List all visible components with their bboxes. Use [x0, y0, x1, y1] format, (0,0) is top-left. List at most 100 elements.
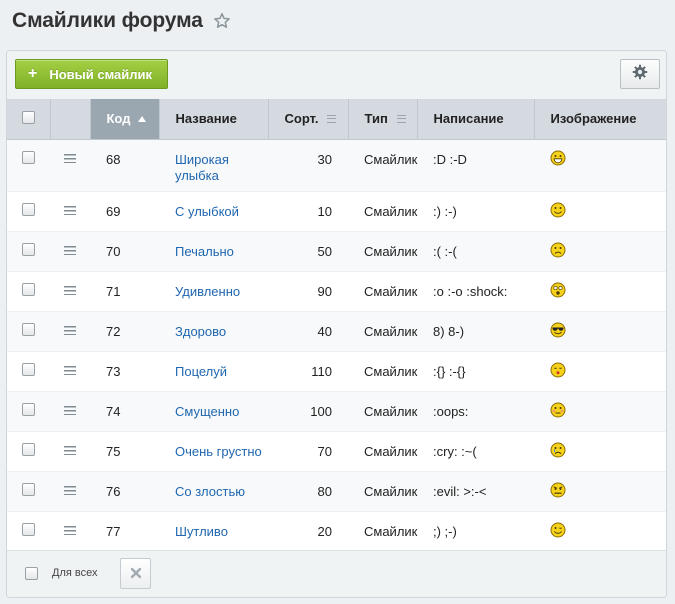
row-code-cell: 77	[90, 511, 159, 552]
row-type-cell: Смайлик	[348, 351, 417, 392]
row-code: 70	[106, 243, 121, 259]
header-type[interactable]: Тип	[348, 99, 418, 140]
row-name-link[interactable]: Очень грустно	[175, 444, 262, 459]
row-type-cell: Смайлик	[348, 139, 417, 192]
row-checkbox[interactable]	[22, 150, 35, 164]
row-select-cell[interactable]	[7, 231, 50, 272]
row-select-cell[interactable]	[7, 431, 50, 472]
drag-handle-icon[interactable]	[64, 153, 76, 163]
row-name-link[interactable]: Широкая улыбка	[175, 152, 229, 183]
drag-handle-icon[interactable]	[64, 285, 76, 295]
wink-smiley-icon	[550, 522, 566, 537]
row-typing-cell: :cry: :~(	[417, 431, 534, 472]
drag-handle-icon[interactable]	[64, 205, 76, 215]
table-row[interactable]: 68 Широкая улыбка 30 Смайлик :D :-D	[7, 139, 666, 192]
header-select-all[interactable]	[7, 99, 51, 140]
column-menu-icon[interactable]	[327, 114, 337, 123]
row-type: Смайлик	[364, 323, 418, 339]
row-checkbox[interactable]	[22, 362, 35, 376]
drag-handle-icon[interactable]	[64, 445, 76, 455]
row-select-cell[interactable]	[7, 351, 50, 392]
drag-handle-icon[interactable]	[64, 365, 76, 375]
header-name[interactable]: Название	[159, 99, 269, 140]
table-row[interactable]: 70 Печально 50 Смайлик:( :-(	[7, 231, 666, 272]
row-name-cell: Широкая улыбка	[159, 139, 268, 192]
drag-handle-icon[interactable]	[64, 485, 76, 495]
row-type: Смайлик	[364, 243, 418, 259]
row-handle-cell[interactable]	[50, 231, 90, 272]
row-handle-cell[interactable]	[50, 139, 90, 192]
row-name-link[interactable]: С улыбкой	[175, 204, 239, 219]
row-select-cell[interactable]	[7, 311, 50, 352]
row-handle-cell[interactable]	[50, 471, 90, 512]
header-image[interactable]: Изображение	[534, 99, 666, 140]
row-name-link[interactable]: Удивленно	[175, 284, 240, 299]
drag-handle-icon[interactable]	[64, 525, 76, 535]
row-handle-cell[interactable]	[50, 271, 90, 312]
row-handle-cell[interactable]	[50, 351, 90, 392]
row-checkbox[interactable]	[22, 202, 35, 216]
row-checkbox[interactable]	[22, 402, 35, 416]
row-code-cell: 69	[90, 191, 159, 232]
row-select-cell[interactable]	[7, 471, 50, 512]
drag-handle-icon[interactable]	[64, 245, 76, 255]
row-select-cell[interactable]	[7, 139, 50, 192]
row-handle-cell[interactable]	[50, 391, 90, 432]
row-code: 68	[106, 151, 121, 167]
table-row[interactable]: 76 Со злостью 80 Смайлик:evil: >:-<	[7, 471, 666, 512]
row-sort-cell: 40	[268, 311, 348, 352]
row-handle-cell[interactable]	[50, 431, 90, 472]
drag-handle-icon[interactable]	[64, 405, 76, 415]
row-sort-cell: 80	[268, 471, 348, 512]
row-handle-cell[interactable]	[50, 191, 90, 232]
drag-handle-icon[interactable]	[64, 325, 76, 335]
header-sort[interactable]: Сорт.	[268, 99, 349, 140]
row-handle-cell[interactable]	[50, 511, 90, 552]
header-typing[interactable]: Написание	[417, 99, 535, 140]
settings-button[interactable]	[620, 59, 660, 89]
row-name-link[interactable]: Здорово	[175, 324, 226, 339]
table-row[interactable]: 75 Очень грустно 70 Смайлик:cry: :~(	[7, 431, 666, 472]
row-name-link[interactable]: Шутливо	[175, 524, 228, 539]
table-row[interactable]: 72 Здорово 40 Смайлик 8) 8-)	[7, 311, 666, 352]
row-name-link[interactable]: Смущенно	[175, 404, 239, 419]
row-select-cell[interactable]	[7, 391, 50, 432]
row-checkbox[interactable]	[22, 242, 35, 256]
row-sort-cell: 30	[268, 139, 348, 192]
row-select-cell[interactable]	[7, 191, 50, 232]
row-checkbox[interactable]	[22, 282, 35, 296]
row-checkbox[interactable]	[22, 482, 35, 496]
header-type-label: Тип	[364, 111, 388, 127]
delete-button[interactable]	[120, 558, 151, 589]
row-checkbox[interactable]	[22, 322, 35, 336]
apply-to-all-checkbox[interactable]	[25, 567, 38, 580]
row-sort: 10	[317, 203, 332, 219]
column-menu-icon[interactable]	[396, 114, 406, 123]
row-typing: ;) ;-)	[433, 523, 457, 539]
add-smiley-button[interactable]: + Новый смайлик	[15, 59, 168, 89]
row-image-cell	[534, 231, 666, 272]
row-select-cell[interactable]	[7, 271, 50, 312]
row-checkbox[interactable]	[22, 442, 35, 456]
row-image-cell	[534, 311, 666, 352]
row-select-cell[interactable]	[7, 511, 50, 552]
row-typing-cell: :o :-o :shock:	[417, 271, 534, 312]
row-name-cell: Со злостью	[159, 471, 268, 512]
row-handle-cell[interactable]	[50, 311, 90, 352]
table-row[interactable]: 69 С улыбкой 10 Смайлик:) :-)	[7, 191, 666, 232]
table-row[interactable]: 74 Смущенно 100 Смайлик:oops:	[7, 391, 666, 432]
table-row[interactable]: 71 Удивленно 90 Смайлик:o :-o :shock:	[7, 271, 666, 312]
select-all-checkbox[interactable]	[21, 110, 35, 124]
row-typing: :D :-D	[433, 151, 467, 167]
header-code[interactable]: Код	[90, 99, 160, 140]
row-name-link[interactable]: Поцелуй	[175, 364, 227, 379]
table-row[interactable]: 73 Поцелуй 110 Смайлик:{} :-{}	[7, 351, 666, 392]
sad-smiley-icon	[550, 242, 566, 257]
row-typing: :) :-)	[433, 203, 457, 219]
star-icon[interactable]	[213, 12, 231, 30]
table-row[interactable]: 77 Шутливо 20 Смайлик ;) ;-)	[7, 511, 666, 552]
row-name-link[interactable]: Печально	[175, 244, 234, 259]
row-checkbox[interactable]	[22, 522, 35, 536]
row-code: 75	[106, 443, 121, 459]
row-name-link[interactable]: Со злостью	[175, 484, 245, 499]
